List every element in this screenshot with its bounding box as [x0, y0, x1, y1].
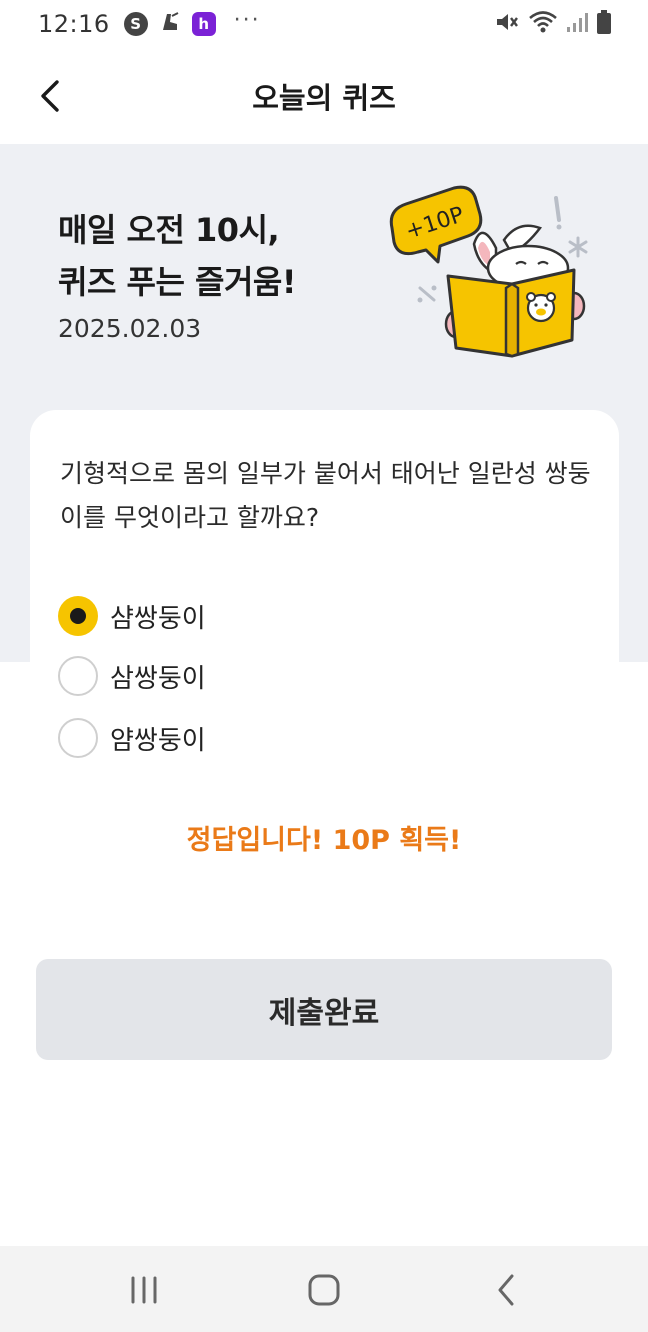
recent-apps-button[interactable]: [124, 1270, 164, 1310]
option-label: 삼쌍둥이: [110, 663, 206, 694]
option-label: 샴쌍둥이: [110, 603, 206, 634]
quiz-date: 2025.02.03: [58, 314, 202, 343]
boot-icon: [158, 10, 182, 38]
page-title: 오늘의 퀴즈: [252, 81, 396, 115]
mute-icon: [494, 10, 520, 38]
result-message: 정답입니다! 10P 획득!: [186, 825, 462, 856]
rabbit-reading-book-illustration: +10P: [378, 184, 608, 374]
option-1[interactable]: 샴쌍둥이: [58, 596, 206, 636]
back-icon: [498, 1274, 514, 1306]
home-icon: [308, 1274, 340, 1306]
recent-apps-icon: [131, 1276, 157, 1304]
status-left-icons: S h ···: [123, 7, 261, 38]
option-3[interactable]: 얌쌍둥이: [58, 718, 206, 758]
status-time: 12:16: [38, 10, 110, 38]
s-app-icon: S: [123, 12, 148, 36]
submit-button[interactable]: 제출완료: [36, 959, 612, 1060]
option-label: 얌쌍둥이: [110, 725, 206, 756]
banner-title: 매일 오전 10시, 퀴즈 푸는 즐거움!: [58, 204, 296, 308]
option-2[interactable]: 삼쌍둥이: [58, 656, 206, 696]
banner-title-line1: 매일 오전 10시,: [58, 211, 280, 249]
app-header: 오늘의 퀴즈: [0, 48, 648, 144]
system-nav-bar: [0, 1246, 648, 1332]
banner-title-line2: 퀴즈 푸는 즐거움!: [58, 263, 296, 301]
screen: 12:16 S h ··· 오늘의 퀴즈 매일 오전 10시, 퀴즈 푸는 즐거…: [0, 0, 648, 1332]
h-app-icon: h: [191, 12, 216, 36]
radio-unselected-icon[interactable]: [58, 656, 98, 696]
more-dots-icon: ···: [233, 7, 261, 33]
radio-selected-icon[interactable]: [58, 596, 98, 636]
nav-back-button[interactable]: [486, 1270, 526, 1310]
quiz-question: 기형적으로 몸의 일부가 붙어서 태어난 일란성 쌍둥이를 무엇이라고 할까요?: [60, 459, 591, 532]
status-right-icons: [494, 9, 612, 39]
battery-icon: [596, 9, 612, 39]
status-bar: 12:16 S h ···: [0, 0, 648, 48]
chevron-left-icon: [41, 80, 59, 112]
home-button[interactable]: [304, 1270, 344, 1310]
radio-unselected-icon[interactable]: [58, 718, 98, 758]
signal-icon: [566, 10, 588, 38]
wifi-icon: [528, 10, 558, 38]
back-button[interactable]: [30, 74, 74, 118]
